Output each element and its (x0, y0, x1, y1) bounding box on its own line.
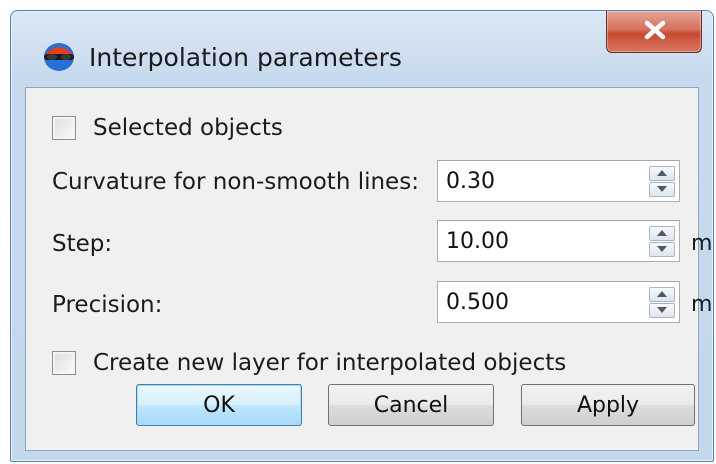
spin-up-button[interactable] (649, 165, 675, 181)
title-bar[interactable]: Interpolation parameters (11, 11, 713, 81)
precision-spin-buttons (649, 286, 675, 318)
arrow-up-icon (657, 230, 667, 236)
precision-spinbox[interactable]: 0.500 (437, 281, 680, 323)
step-label: Step: (52, 231, 113, 257)
close-button[interactable] (606, 11, 702, 53)
step-spin-buttons (649, 225, 675, 257)
window-title: Interpolation parameters (89, 43, 402, 72)
spin-down-button[interactable] (649, 181, 675, 197)
curvature-label: Curvature for non-smooth lines: (52, 169, 419, 195)
curvature-value[interactable]: 0.30 (446, 169, 495, 194)
step-spinbox[interactable]: 10.00 (437, 220, 680, 262)
precision-unit: m (691, 292, 713, 317)
step-unit: m (691, 231, 713, 256)
arrow-down-icon (657, 246, 667, 252)
app-globe-icon (41, 42, 77, 72)
spin-down-button[interactable] (649, 241, 675, 257)
selected-objects-option[interactable]: Selected objects (52, 115, 283, 141)
create-new-layer-label[interactable]: Create new layer for interpolated object… (93, 350, 566, 376)
selected-objects-label[interactable]: Selected objects (93, 115, 283, 141)
apply-button[interactable]: Apply (521, 384, 695, 426)
ok-button[interactable]: OK (136, 384, 302, 426)
curvature-spinbox[interactable]: 0.30 (437, 160, 680, 202)
close-icon (644, 20, 666, 40)
spin-up-button[interactable] (649, 225, 675, 241)
spin-down-button[interactable] (649, 302, 675, 318)
precision-label: Precision: (52, 292, 163, 318)
arrow-up-icon (657, 291, 667, 297)
arrow-down-icon (657, 186, 667, 192)
cancel-button[interactable]: Cancel (328, 384, 494, 426)
selected-objects-checkbox[interactable] (52, 116, 76, 140)
arrow-up-icon (657, 170, 667, 176)
create-new-layer-option[interactable]: Create new layer for interpolated object… (52, 350, 566, 376)
arrow-down-icon (657, 307, 667, 313)
precision-value[interactable]: 0.500 (446, 290, 509, 315)
step-value[interactable]: 10.00 (446, 229, 509, 254)
curvature-spin-buttons (649, 165, 675, 197)
spin-up-button[interactable] (649, 286, 675, 302)
create-new-layer-checkbox[interactable] (52, 351, 76, 375)
